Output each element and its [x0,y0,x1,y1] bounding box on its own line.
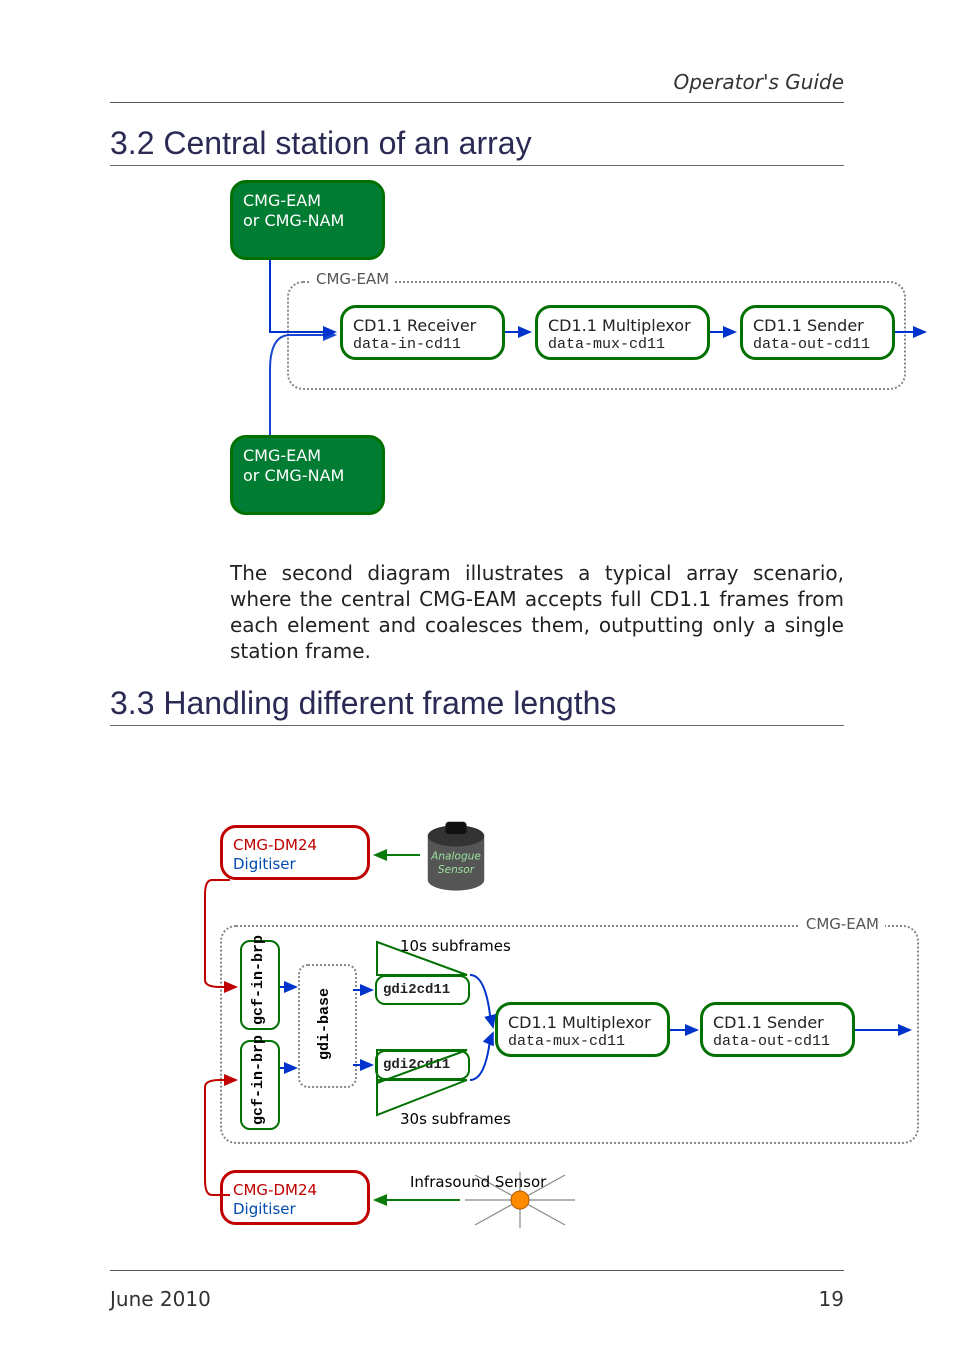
d2-multiplexor-box: CD1.1 Multiplexor data-mux-cd11 [495,1002,670,1057]
d1-receiver-cmd: data-in-cd11 [353,336,492,355]
header-rule [110,102,844,103]
d1-source-b-l1: CMG-EAM [243,446,372,466]
section-3-3-rule [110,725,844,726]
d1-source-a-l2: or CMG-NAM [243,211,372,231]
section-3-2-rule [110,165,844,166]
section-3-2-title: 3.2 Central station of an array [110,125,844,162]
d2-digitiser-top-l1: CMG-DM24 [233,836,357,855]
d1-multiplexor-title: CD1.1 Multiplexor [548,316,697,336]
d1-multiplexor-box: CD1.1 Multiplexor data-mux-cd11 [535,305,710,360]
d2-sender-box: CD1.1 Sender data-out-cd11 [700,1002,855,1057]
d1-source-a-l1: CMG-EAM [243,191,372,211]
section-3-2-text: Central station of an array [163,125,531,161]
d2-sender-cmd: data-out-cd11 [713,1033,842,1052]
paragraph-1: The second diagram illustrates a typical… [230,560,844,664]
d2-30s-label: 30s subframes [400,1110,511,1128]
diagram-frame-lengths: CMG-EAM CMG-DM24 Digitiser CMG-DM24 Digi… [200,815,920,1235]
d1-receiver-title: CD1.1 Receiver [353,316,492,336]
d2-sender-title: CD1.1 Sender [713,1013,842,1033]
section-3-3-title: 3.3 Handling different frame lengths [110,685,844,722]
section-3-2-num: 3.2 [110,125,154,161]
d1-sender-cmd: data-out-cd11 [753,336,882,355]
d1-sender-title: CD1.1 Sender [753,316,882,336]
d1-multiplexor-cmd: data-mux-cd11 [548,336,697,355]
d2-infrasound-label: Infrasound Sensor [410,1173,546,1191]
d1-cmgeam-caption: CMG-EAM [310,270,395,288]
d1-source-b-l2: or CMG-NAM [243,466,372,486]
d2-10s-label: 10s subframes [400,937,511,955]
d2-cmgeam-caption: CMG-EAM [800,915,885,933]
d1-source-b: CMG-EAM or CMG-NAM [230,435,385,515]
diagram-central-station: CMG-EAM CMG-EAM or CMG-NAM CMG-EAM or CM… [230,180,915,530]
footer-page-number: 19 [819,1287,844,1311]
d1-source-a: CMG-EAM or CMG-NAM [230,180,385,260]
analogue-sensor-icon: Analogue Sensor [420,820,492,895]
d2-gdi2cd11-bottom-triangle [375,1047,470,1117]
d1-receiver-box: CD1.1 Receiver data-in-cd11 [340,305,505,360]
d2-multiplexor-title: CD1.1 Multiplexor [508,1013,657,1033]
footer-date: June 2010 [110,1287,211,1311]
d2-digitiser-bottom-l1: CMG-DM24 [233,1181,357,1200]
d2-multiplexor-cmd: data-mux-cd11 [508,1033,657,1052]
running-head: Operator's Guide [673,70,844,94]
d1-sender-box: CD1.1 Sender data-out-cd11 [740,305,895,360]
d2-gcf-in-brp-bottom-label: gcf-in-brp [250,1050,267,1125]
section-3-3-text: Handling different frame lengths [163,685,616,721]
svg-text:Sensor: Sensor [438,864,475,876]
d2-gcf-in-brp-top-label: gcf-in-brp [250,950,267,1025]
d2-gdi-base-label: gdi-base [316,990,333,1060]
section-3-3-num: 3.3 [110,685,154,721]
d2-digitiser-top-l2: Digitiser [233,855,357,874]
footer-rule [110,1270,844,1271]
d2-digitiser-bottom: CMG-DM24 Digitiser [220,1170,370,1225]
d2-digitiser-top: CMG-DM24 Digitiser [220,825,370,880]
svg-text:Analogue: Analogue [430,851,481,863]
d2-digitiser-bottom-l2: Digitiser [233,1200,357,1219]
